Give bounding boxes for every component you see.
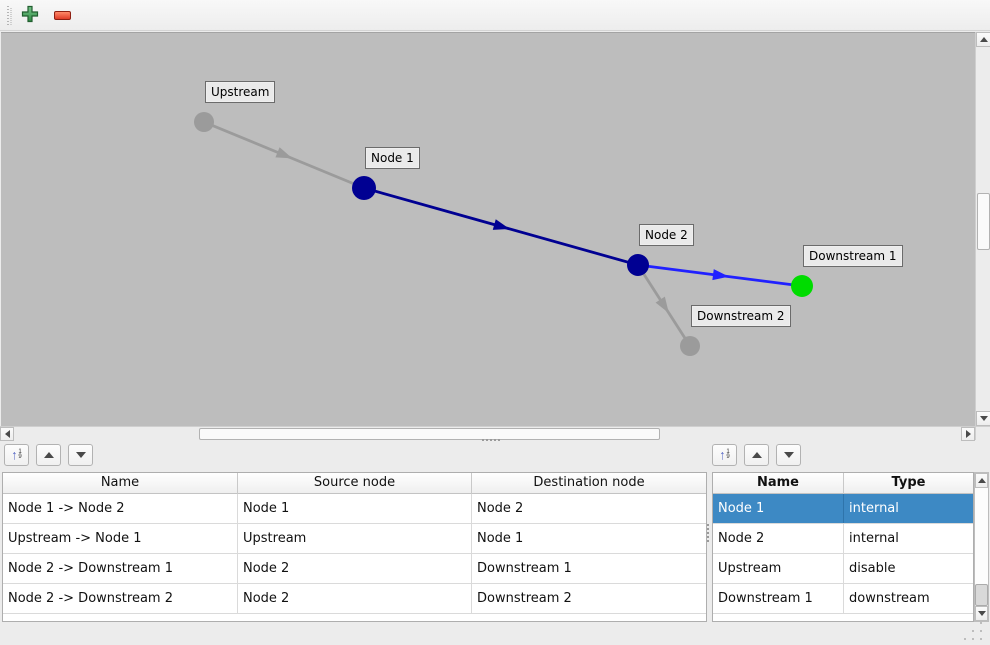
add-button[interactable] — [17, 3, 43, 28]
sort-ascending-icon: ↑19 — [11, 449, 21, 461]
cell[interactable]: Node 1 — [472, 524, 706, 553]
cell[interactable]: Node 1 — [238, 494, 472, 523]
arrow-up-icon — [980, 37, 988, 42]
sort-button[interactable]: ↑19 — [712, 444, 737, 466]
edge-arrow-icon — [656, 297, 669, 313]
cell[interactable]: Node 2 -> Downstream 1 — [3, 554, 238, 583]
graph-canvas[interactable]: Upstream Node 1 Node 2 Downstream 1 Downstre… — [1, 32, 975, 426]
scrollbar-corner — [975, 426, 990, 440]
column-header-type[interactable]: Type — [844, 473, 973, 494]
nodes-table-row-3[interactable]: Downstream 1downstream — [713, 584, 973, 614]
arrow-left-icon — [5, 430, 10, 438]
node-label-node-1[interactable]: Node 1 — [365, 147, 420, 169]
vscroll-thumb[interactable] — [977, 193, 990, 250]
empty-row — [713, 614, 973, 621]
scroll-down-button[interactable] — [975, 606, 988, 621]
canvas-hscrollbar[interactable] — [0, 426, 975, 440]
cell[interactable]: Node 2 — [713, 524, 844, 553]
graph-node-node-2[interactable] — [627, 254, 649, 276]
arrow-up-icon — [752, 452, 762, 458]
node-label-downstream-2[interactable]: Downstream 2 — [691, 305, 791, 327]
node-label-upstream[interactable]: Upstream — [205, 81, 275, 103]
arrow-up-icon — [978, 478, 986, 483]
cell[interactable]: downstream — [844, 584, 973, 613]
arrow-down-icon — [784, 452, 794, 458]
canvas-vscrollbar[interactable] — [975, 32, 990, 426]
edges-table-row-0[interactable]: Node 1 -> Node 2Node 1Node 2 — [3, 494, 706, 524]
sort-button[interactable]: ↑19 — [4, 444, 29, 466]
main-toolbar — [0, 0, 990, 31]
scroll-right-button[interactable] — [961, 427, 975, 441]
sort-ascending-icon: ↑19 — [719, 449, 729, 461]
hscroll-thumb[interactable] — [199, 428, 660, 440]
edge-arrow-icon — [493, 219, 510, 230]
column-header-destination-node[interactable]: Destination node — [472, 473, 706, 494]
edges-table-header: NameSource nodeDestination node — [3, 473, 706, 494]
edges-table-row-3[interactable]: Node 2 -> Downstream 2Node 2Downstream 2 — [3, 584, 706, 614]
minus-icon — [54, 11, 71, 20]
nodes-table-row-2[interactable]: Upstreamdisable — [713, 554, 973, 584]
empty-row — [3, 614, 706, 621]
scroll-up-button[interactable] — [975, 473, 988, 488]
graph-node-downstream-1[interactable] — [791, 275, 813, 297]
edges-table-row-2[interactable]: Node 2 -> Downstream 1Node 2Downstream 1 — [3, 554, 706, 584]
cell[interactable]: Downstream 2 — [472, 584, 706, 613]
scroll-down-button[interactable] — [976, 411, 990, 426]
graph-node-upstream[interactable] — [194, 112, 214, 132]
cell[interactable]: Downstream 1 — [713, 584, 844, 613]
cell[interactable]: Node 2 — [472, 494, 706, 523]
column-header-name[interactable]: Name — [3, 473, 238, 494]
nodes-table-header: NameType — [713, 473, 973, 494]
cell[interactable]: internal — [844, 524, 973, 553]
graph-node-downstream-2[interactable] — [680, 336, 700, 356]
cell[interactable]: Upstream -> Node 1 — [3, 524, 238, 553]
cell[interactable]: Node 2 — [238, 584, 472, 613]
nodes-table-row-0[interactable]: Node 1internal — [713, 494, 973, 524]
scroll-left-button[interactable] — [0, 427, 14, 441]
plus-icon — [21, 5, 39, 26]
edges-table-row-1[interactable]: Upstream -> Node 1UpstreamNode 1 — [3, 524, 706, 554]
cell[interactable]: Upstream — [238, 524, 472, 553]
arrow-down-icon — [76, 452, 86, 458]
arrow-up-icon — [44, 452, 54, 458]
move-down-button[interactable] — [68, 444, 93, 466]
node-label-downstream-1[interactable]: Downstream 1 — [803, 245, 903, 267]
column-header-name[interactable]: Name — [713, 473, 844, 494]
nodes-table[interactable]: NameTypeNode 1internalNode 2internalUpst… — [712, 472, 974, 622]
vscroll-thumb[interactable] — [975, 584, 988, 606]
cell[interactable]: Node 2 — [238, 554, 472, 583]
vertical-splitter-handle[interactable] — [707, 524, 709, 526]
column-header-source-node[interactable]: Source node — [238, 473, 472, 494]
nodes-table-vscrollbar[interactable] — [974, 472, 989, 622]
move-down-button[interactable] — [776, 444, 801, 466]
cell[interactable]: Upstream — [713, 554, 844, 583]
cell[interactable]: Node 2 -> Downstream 2 — [3, 584, 238, 613]
graph-node-node-1[interactable] — [352, 176, 376, 200]
cell[interactable]: Node 1 -> Node 2 — [3, 494, 238, 523]
edge-arrow-icon — [275, 147, 292, 158]
node-label-node-2[interactable]: Node 2 — [639, 224, 694, 246]
arrow-down-icon — [978, 611, 986, 616]
cell[interactable]: Downstream 1 — [472, 554, 706, 583]
remove-button[interactable] — [49, 3, 75, 28]
scroll-up-button[interactable] — [976, 32, 990, 47]
cell[interactable]: internal — [844, 494, 973, 523]
arrow-down-icon — [980, 416, 988, 421]
move-up-button[interactable] — [744, 444, 769, 466]
toolbar-drag-handle[interactable] — [7, 6, 12, 26]
cell[interactable]: Node 1 — [713, 494, 844, 523]
edges-table[interactable]: NameSource nodeDestination nodeNode 1 ->… — [2, 472, 707, 622]
horizontal-splitter-handle[interactable] — [482, 439, 484, 441]
edge-arrow-icon — [712, 269, 729, 280]
move-up-button[interactable] — [36, 444, 61, 466]
window-resize-grip[interactable] — [972, 630, 974, 632]
graph-svg — [1, 33, 975, 426]
nodes-table-row-1[interactable]: Node 2internal — [713, 524, 973, 554]
cell[interactable]: disable — [844, 554, 973, 583]
arrow-right-icon — [966, 430, 971, 438]
application-window: UpstreamNode 1Node 2Downstream 1Downstre… — [0, 0, 990, 645]
